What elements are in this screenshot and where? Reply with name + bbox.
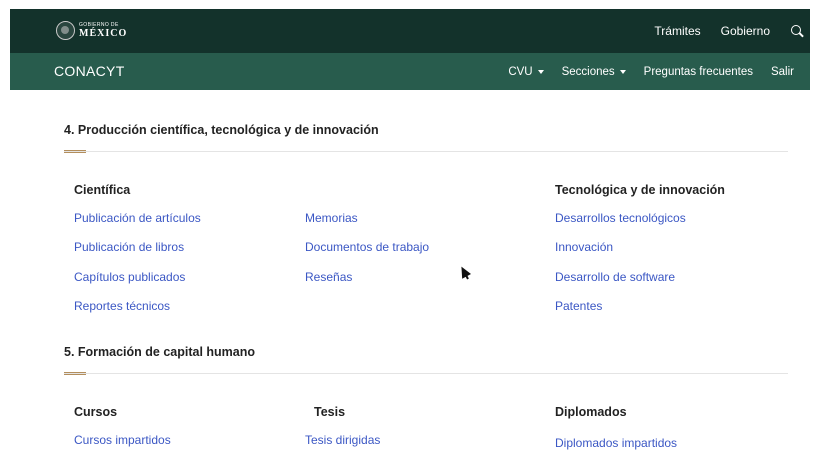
link-gobierno[interactable]: Gobierno — [721, 24, 770, 38]
link-innovacion[interactable]: Innovación — [555, 240, 613, 254]
link-reportes-tecnicos[interactable]: Reportes técnicos — [74, 299, 170, 313]
gobierno-mexico-logo[interactable]: GOBIERNO DE MÉXICO — [56, 21, 127, 40]
column-diplomados-heading: Diplomados — [555, 405, 627, 419]
main-content: 4. Producción científica, tecnológica y … — [10, 90, 810, 451]
section-5-title: 5. Formación de capital humano — [64, 345, 256, 359]
link-tesis-dirigidas[interactable]: Tesis dirigidas — [305, 433, 380, 447]
link-publicacion-libros[interactable]: Publicación de libros — [74, 240, 184, 254]
nav-secciones-label: Secciones — [561, 65, 615, 78]
window-top-edge — [0, 0, 824, 9]
nav-cvu-label: CVU — [508, 65, 533, 78]
column-tecnologica-heading: Tecnológica y de innovación — [555, 183, 725, 197]
link-desarrollo-software[interactable]: Desarrollo de software — [555, 270, 675, 284]
link-diplomados-impartidos[interactable]: Diplomados impartidos — [555, 436, 677, 450]
logo-small-text: GOBIERNO DE — [79, 21, 119, 28]
link-desarrollos-tecnologicos[interactable]: Desarrollos tecnológicos — [555, 211, 686, 225]
main-nav: CVU Secciones Preguntas frecuentes Salir — [490, 53, 794, 90]
conacyt-navbar: CONACYT CVU Secciones Preguntas frecuent… — [10, 53, 810, 90]
brand-conacyt[interactable]: CONACYT — [54, 53, 125, 90]
nav-salir-label: Salir — [770, 65, 794, 78]
nav-preguntas-frecuentes[interactable]: Preguntas frecuentes — [644, 66, 753, 78]
link-documentos-trabajo[interactable]: Documentos de trabajo — [305, 240, 429, 254]
header-links: Trámites Gobierno — [634, 9, 804, 53]
column-cientifica-heading: Científica — [74, 183, 131, 197]
national-seal-icon — [56, 21, 75, 40]
link-capitulos-publicados[interactable]: Capítulos publicados — [74, 270, 185, 284]
link-cursos-impartidos[interactable]: Cursos impartidos — [74, 433, 171, 447]
chevron-down-icon — [619, 69, 626, 74]
column-tesis-heading: Tesis — [314, 405, 346, 419]
section-4-title: 4. Producción científica, tecnológica y … — [64, 123, 379, 137]
link-tramites[interactable]: Trámites — [654, 24, 700, 38]
nav-salir[interactable]: Salir — [771, 66, 794, 78]
link-resenas[interactable]: Reseñas — [305, 270, 352, 284]
government-header: GOBIERNO DE MÉXICO Trámites Gobierno — [10, 9, 810, 53]
logo-big-text: MÉXICO — [79, 27, 128, 39]
link-publicacion-articulos[interactable]: Publicación de artículos — [74, 211, 201, 225]
section-5-divider — [64, 373, 788, 374]
nav-secciones[interactable]: Secciones — [562, 66, 626, 78]
search-icon[interactable] — [790, 24, 804, 38]
section-4-divider — [64, 151, 788, 152]
column-cursos-heading: Cursos — [74, 405, 118, 419]
chevron-down-icon — [537, 69, 544, 74]
nav-preguntas-label: Preguntas frecuentes — [643, 65, 753, 78]
link-memorias[interactable]: Memorias — [305, 211, 358, 225]
nav-cvu[interactable]: CVU — [508, 65, 544, 78]
link-patentes[interactable]: Patentes — [555, 299, 602, 313]
logo-text: GOBIERNO DE MÉXICO — [79, 21, 128, 39]
